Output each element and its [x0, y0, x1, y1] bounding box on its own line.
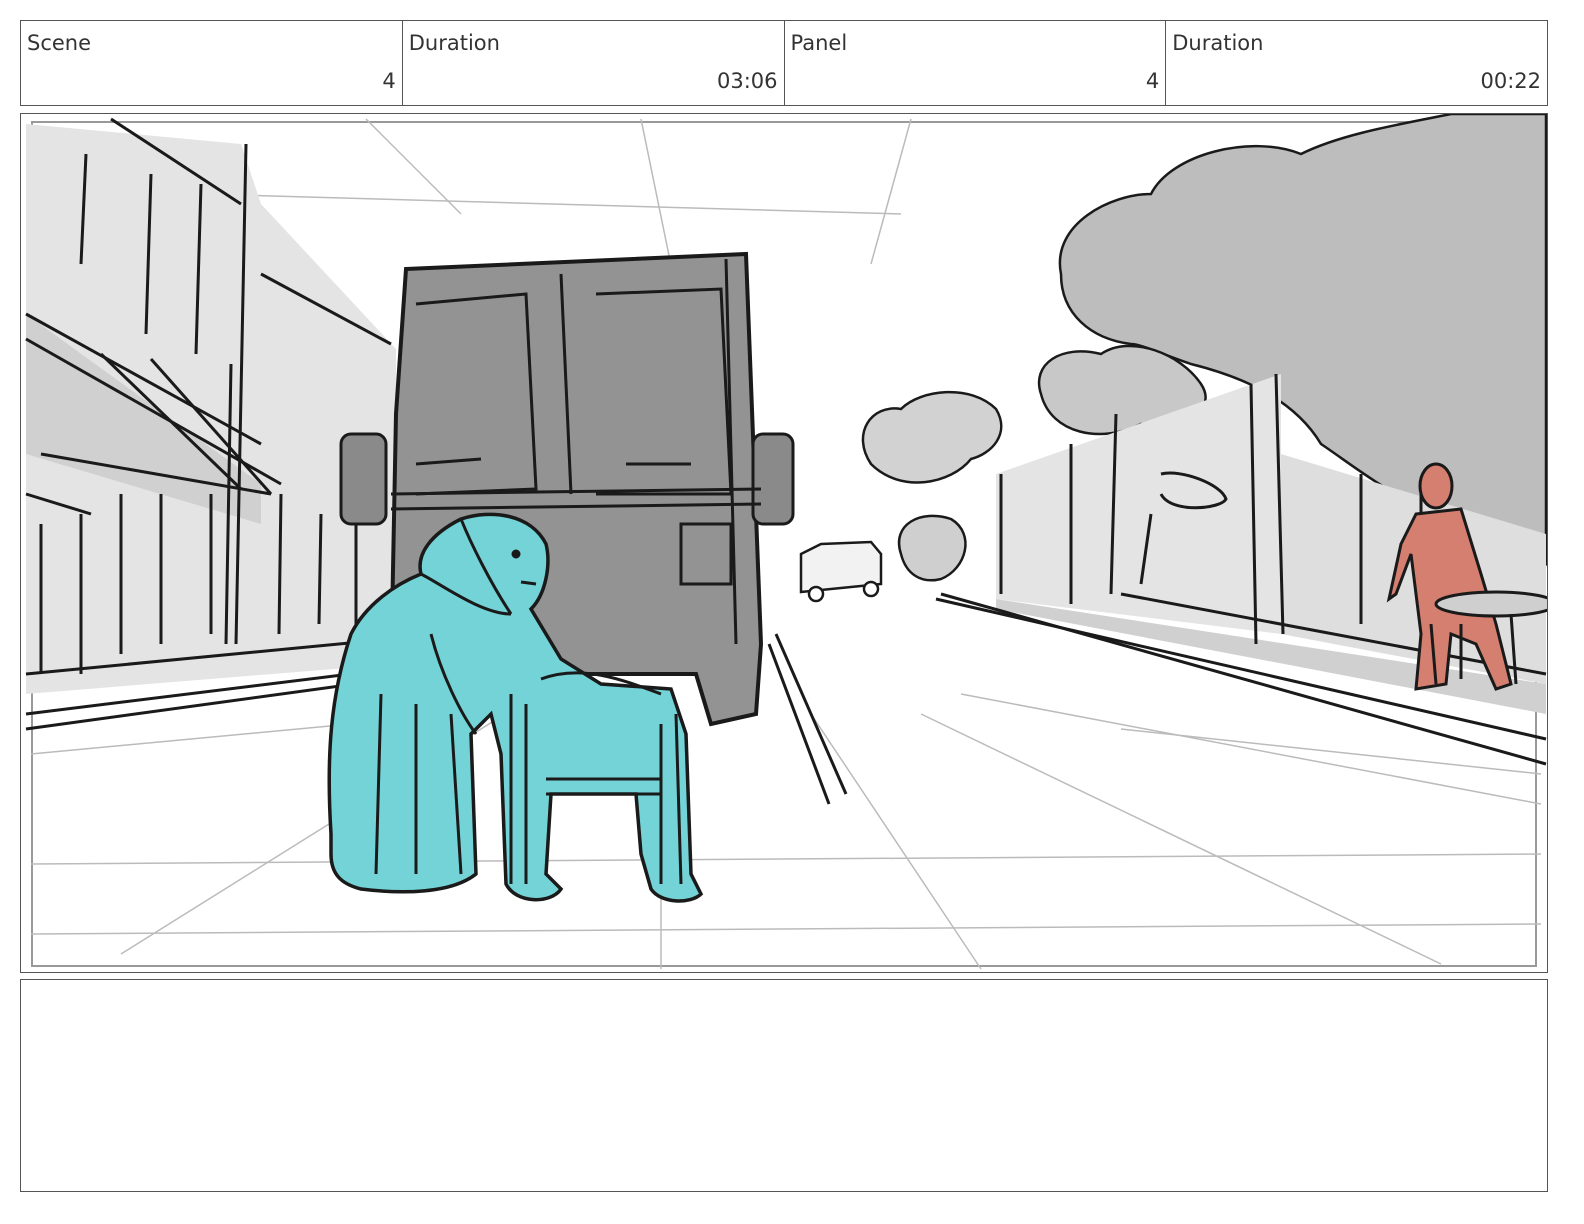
scene-number: 4 [382, 69, 396, 93]
scene-duration-label: Duration [408, 31, 500, 55]
scene-duration-cell: Duration 03:06 [403, 21, 785, 105]
left-buildings [25, 117, 396, 731]
scene-cell: Scene 4 [21, 21, 403, 105]
panel-label: Panel [790, 31, 848, 55]
scene-label: Scene [27, 31, 92, 55]
panel-duration-cell: Duration 00:22 [1166, 21, 1547, 105]
panel-info-header: Scene 4 Duration 03:06 Panel 4 Duration … [20, 20, 1548, 106]
panel-cell: Panel 4 [785, 21, 1167, 105]
distant-car [799, 540, 883, 603]
panel-duration-value: 00:22 [1480, 69, 1541, 93]
storyboard-sketch [25, 114, 1547, 970]
scene-duration-value: 03:06 [716, 69, 778, 93]
panel-number: 4 [1145, 69, 1160, 93]
panel-duration-label: Duration [1172, 31, 1264, 55]
notes-box[interactable] [20, 979, 1548, 1192]
storyboard-panel [20, 113, 1548, 973]
road-lane-line [767, 633, 848, 805]
